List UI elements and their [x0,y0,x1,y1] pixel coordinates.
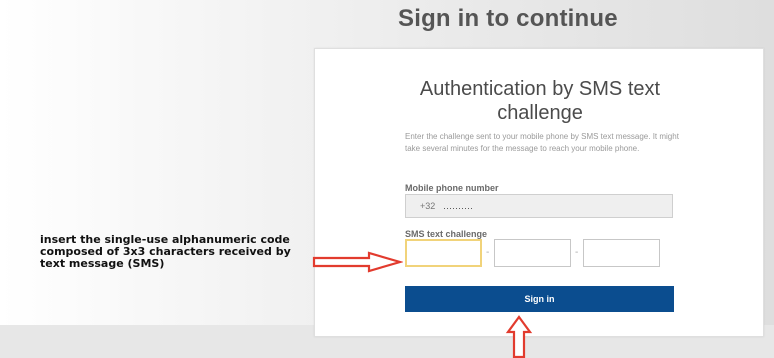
sms-separator: - [486,247,490,258]
instructions-text: Enter the challenge sent to your mobile … [405,132,679,153]
arrow-up-icon [505,315,533,358]
sms-code-input-1[interactable] [405,239,482,267]
instruction-annotation: insert the single-use alphanumeric code … [40,233,291,270]
sms-code-input-2[interactable] [494,239,571,267]
arrow-right-icon [312,251,403,273]
sms-challenge-label: SMS text challenge [405,229,488,239]
phone-prefix: +32 [420,201,436,211]
sms-separator: - [575,247,579,258]
page-title: Sign in to continue [398,5,618,32]
card-title: Authentication by SMS text challenge [419,78,661,124]
sms-code-input-3[interactable] [583,239,660,267]
sms-authentication-card: Authentication by SMS text challenge Ent… [314,48,764,337]
phone-masked-number: .......... [443,201,474,211]
sign-in-button[interactable]: Sign in [405,286,674,312]
sign-in-button-label: Sign in [524,294,555,304]
mobile-phone-label: Mobile phone number [405,183,499,193]
mobile-phone-field: +32 .......... [405,194,673,218]
